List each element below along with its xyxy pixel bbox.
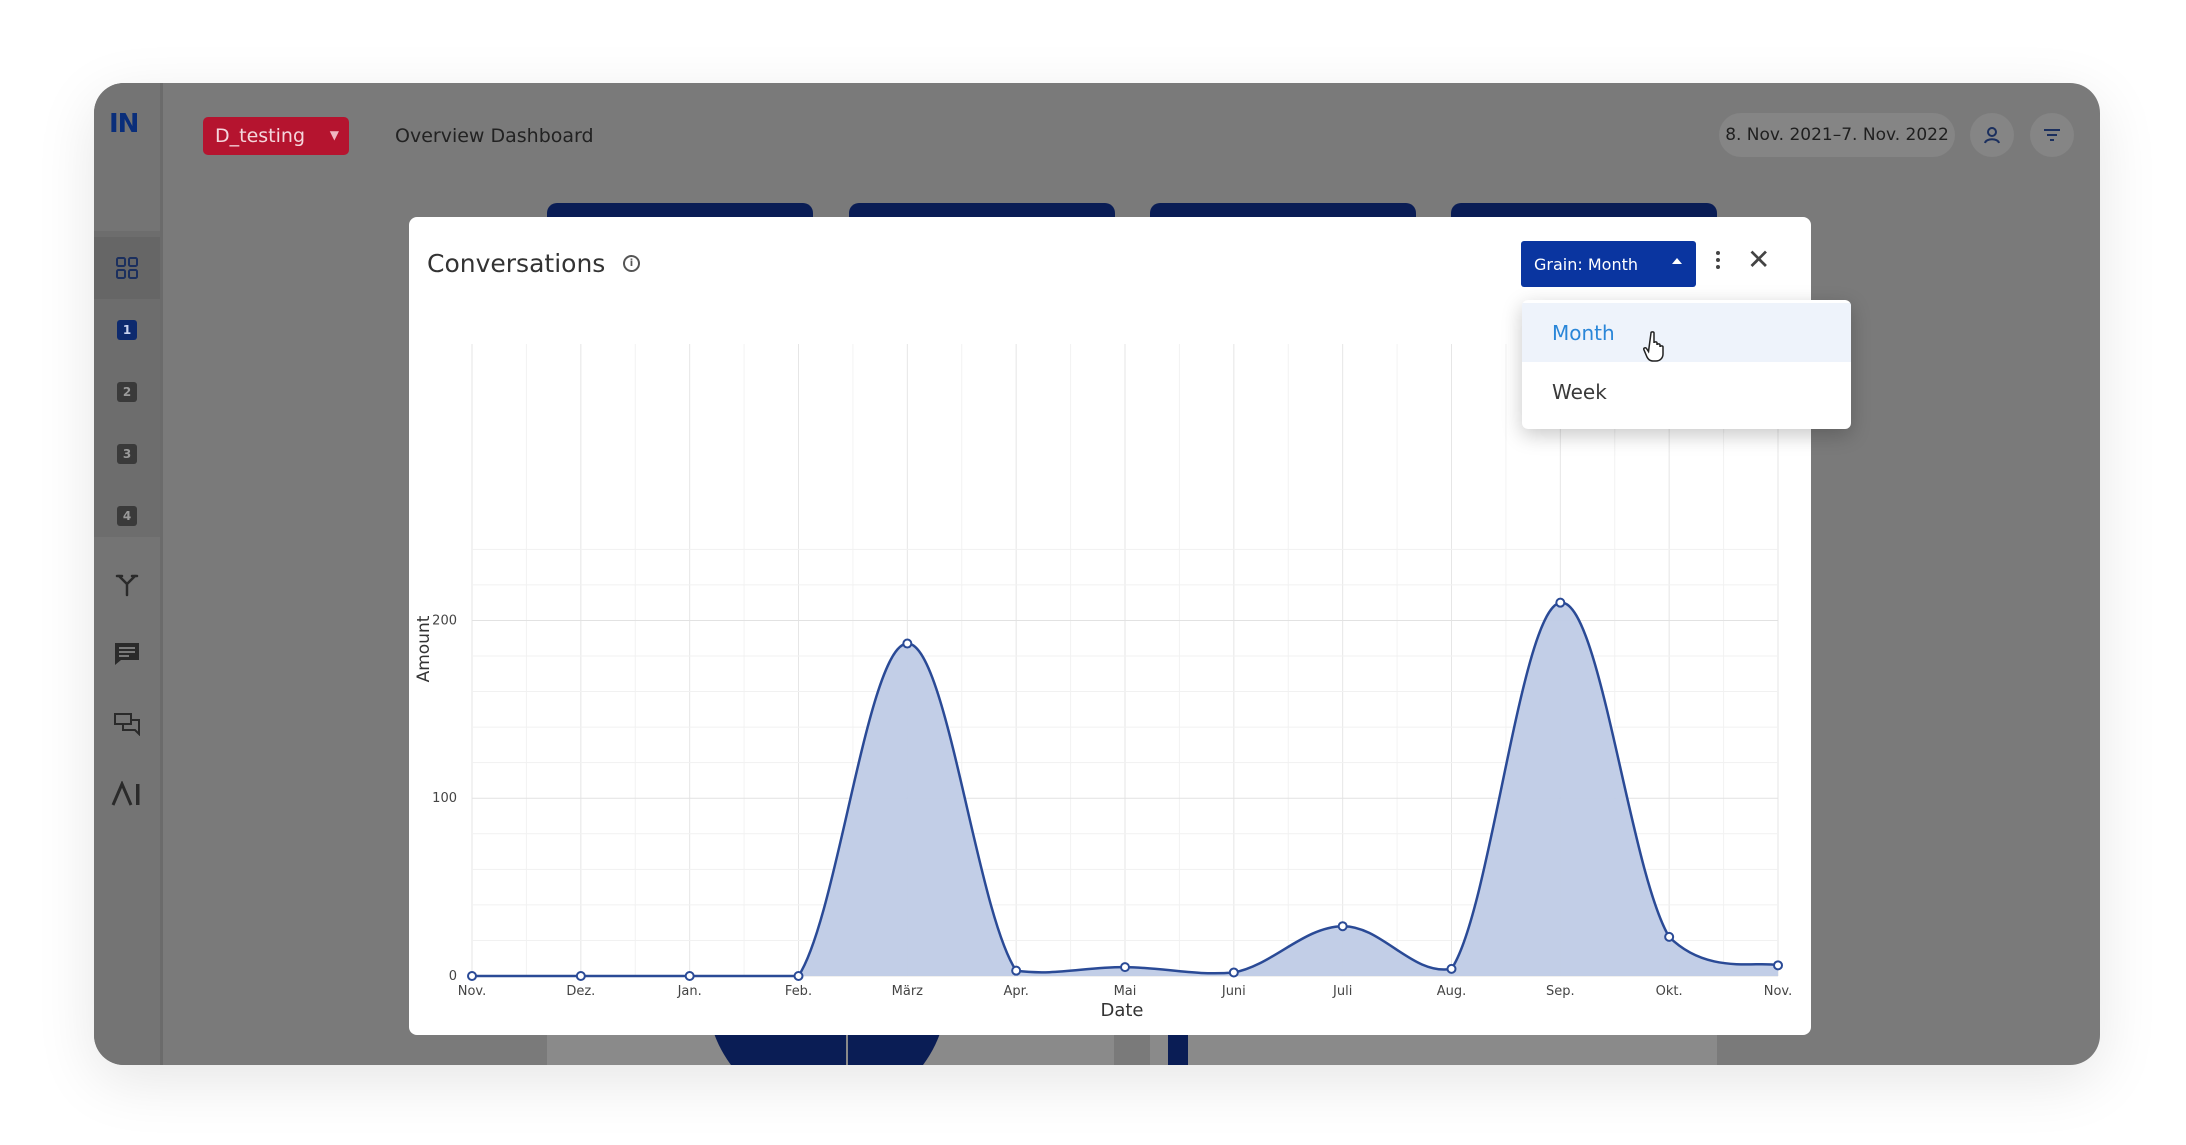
sidebar-item-1[interactable]: 1 xyxy=(94,299,160,361)
number-1-icon: 1 xyxy=(117,320,137,340)
sidebar-item-2[interactable]: 2 xyxy=(94,361,160,423)
x-tick-label: Aug. xyxy=(1437,984,1467,999)
date-range-picker[interactable]: 8. Nov. 2021–7. Nov. 2022 xyxy=(1719,113,1955,157)
dropdown-option-week[interactable]: Week xyxy=(1522,362,1851,421)
x-tick-label: Mai xyxy=(1114,984,1137,999)
chart-y-label: Amount xyxy=(414,615,434,682)
chart-point[interactable] xyxy=(902,638,913,649)
y-tick-label: 100 xyxy=(432,791,457,806)
chart-point[interactable] xyxy=(1228,967,1239,978)
chevron-down-icon: ▼ xyxy=(329,128,339,142)
hand-cursor-icon xyxy=(1643,331,1664,362)
page-title: Overview Dashboard xyxy=(395,125,594,147)
chart-x-label: Date xyxy=(1100,1000,1143,1021)
sidebar: IN 1 2 3 4 xyxy=(94,83,163,1065)
grid-icon xyxy=(116,257,138,279)
y-tick-label: 0 xyxy=(449,969,457,984)
sidebar-item-ai[interactable] xyxy=(94,763,160,825)
number-4-icon: 4 xyxy=(117,506,137,526)
modal-title: Conversations xyxy=(427,249,606,278)
more-options-icon[interactable] xyxy=(1715,251,1721,273)
bot-selector[interactable]: D_testing ▼ xyxy=(203,117,349,155)
sidebar-item-flows[interactable] xyxy=(94,553,160,615)
chart-point[interactable] xyxy=(1011,965,1022,976)
user-button[interactable] xyxy=(1970,113,2014,157)
chart-point[interactable] xyxy=(575,971,586,981)
ai-icon xyxy=(111,781,140,806)
user-icon xyxy=(1984,127,2000,144)
bot-selector-label: D_testing xyxy=(215,125,305,147)
chart-point[interactable] xyxy=(1337,921,1348,932)
grain-dropdown-menu: Month Week xyxy=(1522,300,1851,429)
x-tick-label: Okt. xyxy=(1656,984,1683,999)
x-tick-label: Nov. xyxy=(1764,984,1793,999)
x-tick-label: März xyxy=(892,984,924,999)
branch-icon xyxy=(115,574,139,597)
sidebar-item-overview[interactable] xyxy=(94,237,160,299)
chart-point[interactable] xyxy=(1773,960,1783,971)
number-3-icon: 3 xyxy=(117,444,137,464)
chart-point[interactable] xyxy=(1555,597,1566,608)
chart-point[interactable] xyxy=(793,971,804,981)
dropdown-option-month[interactable]: Month xyxy=(1522,303,1851,362)
y-tick-label: 200 xyxy=(432,613,457,628)
x-tick-label: Nov. xyxy=(458,984,487,999)
x-tick-label: Juli xyxy=(1332,984,1352,999)
x-tick-label: Sep. xyxy=(1546,984,1575,999)
conversations-icon xyxy=(114,713,140,736)
chart-point[interactable] xyxy=(1120,962,1130,973)
grain-select[interactable]: Grain: Month xyxy=(1521,241,1696,287)
filter-icon xyxy=(2044,129,2060,141)
chat-icon xyxy=(115,643,139,665)
caret-up-icon xyxy=(1672,258,1682,264)
close-icon[interactable]: ✕ xyxy=(1747,243,1770,276)
x-tick-label: Jan. xyxy=(677,984,702,999)
sidebar-item-messages[interactable] xyxy=(94,623,160,685)
filter-button[interactable] xyxy=(2030,113,2074,157)
chart-point[interactable] xyxy=(684,971,695,981)
sidebar-item-conversations[interactable] xyxy=(94,693,160,755)
chart-point[interactable] xyxy=(467,971,477,981)
number-2-icon: 2 xyxy=(117,382,137,402)
x-tick-label: Feb. xyxy=(785,984,812,999)
app-logo[interactable]: IN xyxy=(109,109,139,139)
chart-x-ticks: Nov. Dez. Jan. Feb. März Apr. Mai Juni Juli Aug. S… xyxy=(458,984,1793,999)
x-tick-label: Apr. xyxy=(1003,984,1028,999)
sidebar-item-3[interactable]: 3 xyxy=(94,423,160,485)
x-tick-label: Juni xyxy=(1221,984,1246,999)
info-icon[interactable]: i xyxy=(623,255,640,272)
chart-point[interactable] xyxy=(1446,963,1457,974)
grain-select-label: Grain: Month xyxy=(1534,254,1638,274)
chart-point[interactable] xyxy=(1664,931,1675,942)
chart-y-ticks: 0 100 200 xyxy=(432,613,457,984)
x-tick-label: Dez. xyxy=(566,984,595,999)
sidebar-item-4[interactable]: 4 xyxy=(94,485,160,547)
